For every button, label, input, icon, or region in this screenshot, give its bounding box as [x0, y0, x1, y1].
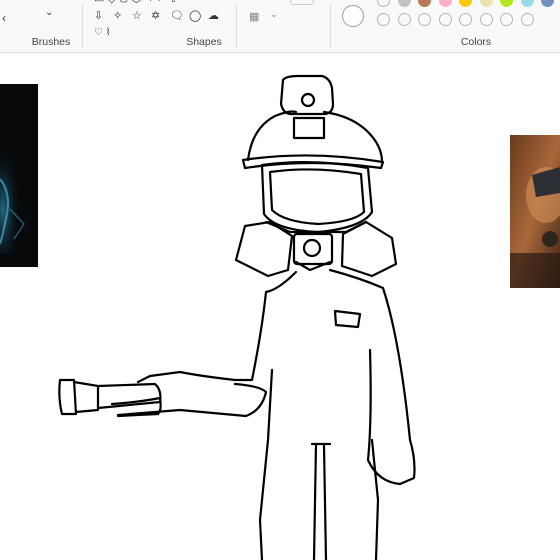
- color-swatch[interactable]: [459, 0, 472, 7]
- arm-upper: [136, 370, 237, 384]
- shapes-group: ▭ ◇ ⬠ ⬡ ⇨ ⇦ ⇧ ⇩ ✧ ☆ ✡ 🗨 ◯ ☁ ♡ ⌇ ▦ ⌄ Shap…: [84, 0, 324, 52]
- custom-color-slot[interactable]: [397, 13, 411, 26]
- leg-inner-right: [322, 444, 328, 560]
- color-swatch[interactable]: [541, 0, 554, 7]
- callout-cloud-shape-icon[interactable]: ☁: [208, 11, 219, 22]
- brushes-dropdown-icon[interactable]: ⌄: [45, 8, 53, 18]
- callout-oval-shape-icon[interactable]: ◯: [189, 11, 201, 22]
- leg-right-outer: [370, 438, 380, 560]
- ribbon-toolbar: ‹ ⌄ Brushes ▭ ◇ ⬠ ⬡ ⇨ ⇦ ⇧ ⇩ ✧ ☆ ✡ 🗨 ◯ ☁ …: [0, 0, 560, 53]
- colors-group: Colors: [332, 0, 560, 52]
- custom-color-slot[interactable]: [459, 13, 472, 26]
- miner-suit-drawing: [58, 74, 416, 560]
- respirator-block: [292, 232, 334, 266]
- flashlight-body: [96, 382, 162, 410]
- lamp-mount: [292, 116, 326, 140]
- leg-left-outer: [258, 368, 274, 560]
- ribbon-divider: [82, 4, 83, 48]
- color-swatch[interactable]: [500, 0, 513, 7]
- size-control[interactable]: [290, 0, 314, 5]
- chest-badge: [333, 309, 362, 329]
- flashlight-head: [58, 378, 78, 416]
- color-swatch[interactable]: [418, 0, 431, 7]
- torso-left: [233, 270, 298, 382]
- custom-color-slot[interactable]: [377, 13, 390, 26]
- filter-left: [234, 220, 294, 278]
- shape-row-top: ▭ ◇ ⬠ ⬡ ⇨ ⇦ ⇧: [94, 0, 178, 5]
- shape-fill-icon[interactable]: ▦: [249, 12, 259, 23]
- leg-inner-left: [312, 442, 318, 560]
- ribbon-divider: [236, 4, 237, 48]
- flashlight-neck: [72, 380, 100, 414]
- custom-color-slot[interactable]: [418, 13, 431, 26]
- shapes-group-label: Shapes: [186, 36, 222, 48]
- ribbon-divider: [330, 4, 331, 48]
- color-swatch[interactable]: [479, 0, 493, 7]
- lamp-lens: [300, 92, 316, 108]
- color-swatch[interactable]: [438, 0, 452, 7]
- brushes-group: ⌄ Brushes: [20, 0, 82, 52]
- custom-color-slot[interactable]: [500, 13, 513, 26]
- filter-right: [340, 220, 398, 278]
- brushes-group-label: Brushes: [31, 36, 71, 48]
- custom-color-slot[interactable]: [479, 13, 493, 26]
- respirator-valve: [302, 238, 322, 258]
- star-five-shape-icon[interactable]: ☆: [132, 11, 142, 22]
- color-swatch[interactable]: [520, 0, 534, 7]
- star-four-shape-icon[interactable]: ✧: [113, 11, 122, 22]
- shape-options-dropdown-icon[interactable]: ⌄: [270, 10, 278, 19]
- color-swatch[interactable]: [377, 0, 390, 7]
- faceplate-inner: [268, 168, 366, 226]
- color-swatch[interactable]: [397, 0, 411, 7]
- arrow-down-shape-icon[interactable]: ⇩: [94, 11, 103, 22]
- partial-tool-icon[interactable]: ‹: [2, 12, 6, 24]
- arm-lower: [116, 382, 268, 418]
- callout-rect-shape-icon[interactable]: 🗨: [170, 11, 184, 22]
- custom-color-slot[interactable]: [438, 13, 452, 26]
- custom-color-slot[interactable]: [520, 13, 534, 26]
- colors-group-label: Colors: [460, 36, 492, 48]
- current-color-indicator[interactable]: [342, 5, 364, 27]
- star-six-shape-icon[interactable]: ✡: [151, 11, 160, 22]
